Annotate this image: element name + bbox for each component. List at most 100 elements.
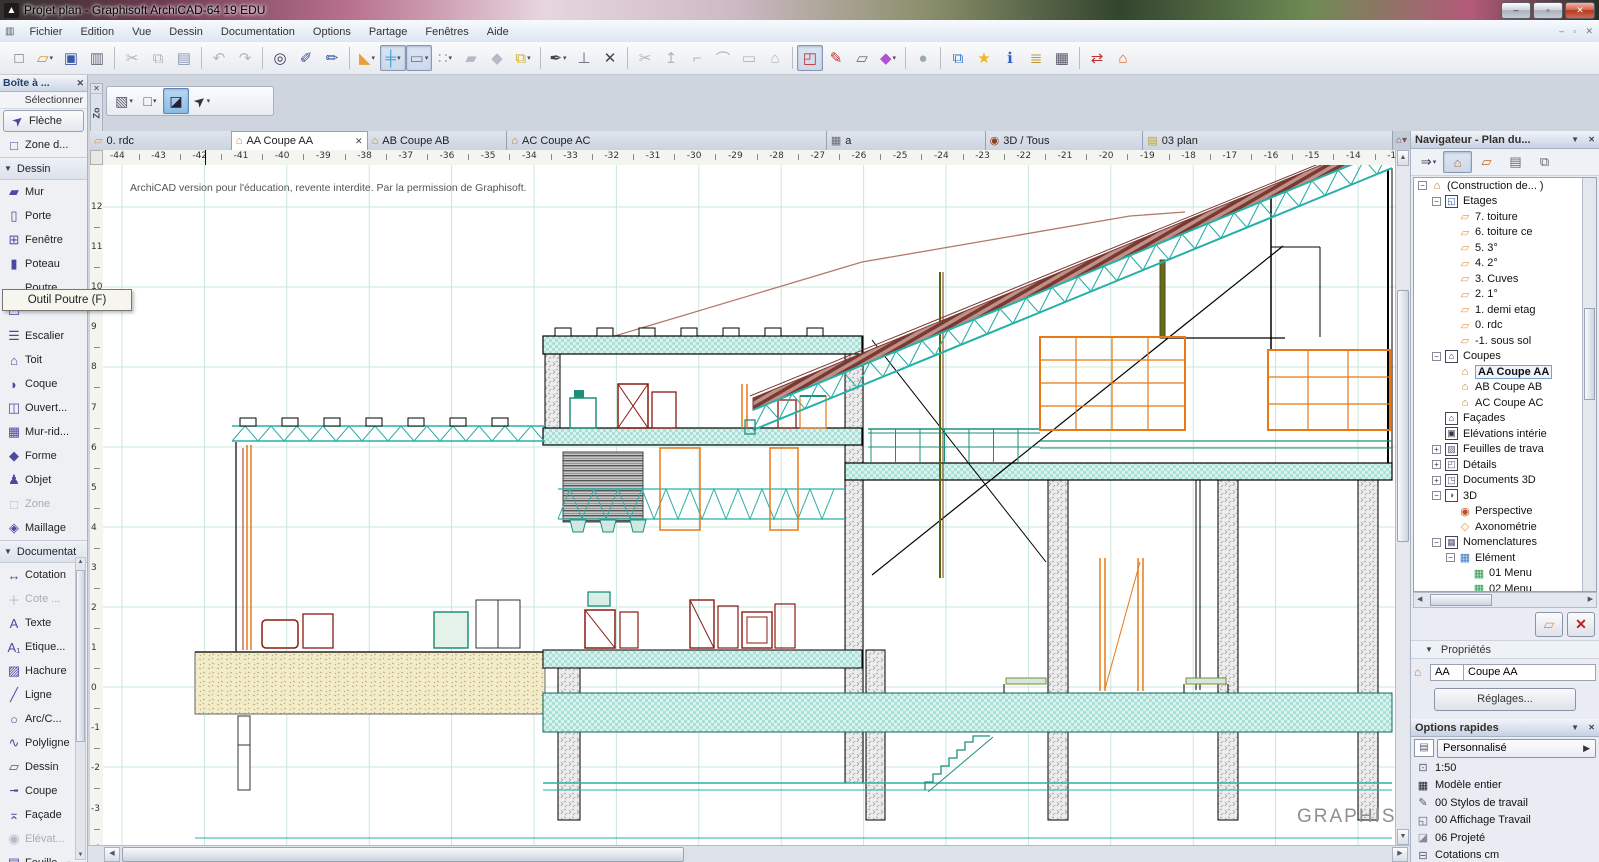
quick-option-dimensions[interactable]: ⊟ Cotations cm [1415,847,1599,862]
tree-item[interactable]: ⌂ AB Coupe AB [1414,380,1596,396]
tree-item[interactable]: − ▦ Elément [1414,550,1596,566]
tree-expander[interactable]: − [1432,491,1441,501]
menu-fenêtres[interactable]: Fenêtres [416,23,477,41]
quick-option-scale[interactable]: ⊡ 1:50 [1415,759,1599,777]
quick-options-collapse-icon[interactable]: ▼ [1571,723,1579,732]
guide-ruler-button[interactable]: ◣ ▾ [354,45,380,71]
child-window-controls[interactable]: – ▫ ✕ [1550,26,1593,37]
preset-dropdown[interactable]: Personnalisé ▶ [1437,738,1596,758]
tree-expander[interactable]: + [1432,460,1441,470]
toolbox-item-objet[interactable]: ♟ Objet [0,468,87,492]
settings-button[interactable]: Réglages... [1434,687,1576,711]
tree-item[interactable]: − ⌂ Coupes [1414,349,1596,365]
menu-dessin[interactable]: Dessin [160,23,212,41]
guide-lines-button[interactable]: ╪ ▾ [380,45,406,71]
cut-button[interactable]: ✂ [119,45,145,71]
toolbox-header-dessin-header[interactable]: ▼ Dessin [0,157,87,180]
toolbox-item-forme[interactable]: ◆ Forme [0,444,87,468]
tree-expander[interactable]: − [1432,196,1441,206]
toolbox-item-fenetre[interactable]: ⊞ Fenêtre [0,228,87,252]
save-button[interactable]: ▣ [58,45,84,71]
section-name-field[interactable]: Coupe AA [1464,663,1596,681]
zoom-palette-close-icon[interactable]: ✕ [91,84,102,94]
drawing-canvas[interactable]: ArchiCAD version pour l'éducation, reven… [103,133,1444,845]
view-map-button[interactable]: ▱ [1472,151,1501,173]
tree-expander[interactable]: − [1446,553,1455,563]
quick-layers-button[interactable]: ⧉ ▾ [510,45,536,71]
canvas-vertical-scrollbar[interactable]: ▲ ▼ [1395,150,1410,845]
calculate-button[interactable]: ▦ [1049,45,1075,71]
tree-item[interactable]: ◉ Perspective [1414,504,1596,520]
toolbox-item-cotation[interactable]: ↔ Cotation [0,563,87,587]
quick-option-floor-plan-cut[interactable]: ◪ 06 Projeté [1415,829,1599,847]
tab-close-icon[interactable]: ✕ [349,136,363,147]
minimize-button[interactable]: – [1501,1,1531,19]
tree-expander[interactable]: − [1432,537,1441,547]
close-view-button[interactable]: ✕ [597,45,623,71]
tree-item[interactable]: ⌂ AC Coupe AC [1414,395,1596,411]
section-id-field[interactable]: AA [1430,663,1464,681]
project-chooser-button[interactable]: ⇒ ▾ [1414,151,1443,173]
new-view-button[interactable]: ▱ [1535,611,1563,637]
properties-header[interactable]: ▼ Propriétés [1411,640,1599,659]
adjust-button[interactable]: ↥ [658,45,684,71]
exchange-button[interactable]: ⇄ [1084,45,1110,71]
preset-icon[interactable]: ▤ [1414,739,1434,757]
navigator-header[interactable]: Navigateur - Plan du... ▼ ✕ [1411,131,1599,149]
inject-parameters-button[interactable]: ✏ [319,45,345,71]
marquee-button[interactable]: □ ▾ [137,88,163,114]
toolbox-item-polyligne[interactable]: ∿ Polyligne [0,731,87,755]
snap-grid-button[interactable]: ∷ ▾ [432,45,458,71]
menu-partage[interactable]: Partage [360,23,417,41]
zoom-search-button[interactable]: ◎ [267,45,293,71]
tab-a[interactable]: ▦ a [826,131,986,150]
resize-button[interactable]: ▭ [736,45,762,71]
navigator-close-icon[interactable]: ✕ [1588,135,1595,144]
tree-expander[interactable]: − [1432,351,1441,361]
tab-03-plan[interactable]: ▤ 03 plan [1143,131,1393,150]
layout-home-button[interactable]: ⌂ [1110,45,1136,71]
paste-button[interactable]: ▤ [171,45,197,71]
copy-button[interactable]: ⧉ [145,45,171,71]
toolbox-item-escalier[interactable]: ☰ Escalier [0,324,87,348]
toolbox-close-icon[interactable]: ✕ [76,78,84,89]
tab-list-dropdown[interactable]: ⌂▾ [1393,131,1410,150]
menu-options[interactable]: Options [304,23,360,41]
favorites-button[interactable]: ★ [971,45,997,71]
pen-sets-button[interactable]: ✒ ▾ [545,45,571,71]
toolbox-item-arc-cercle[interactable]: ○ Arc/C... [0,707,87,731]
toolbox-item-ligne[interactable]: ╱ Ligne [0,683,87,707]
toolbox-item-maillage[interactable]: ◈ Maillage [0,516,87,540]
tree-item[interactable]: ▱ 3. Cuves [1414,271,1596,287]
layout-book-button[interactable]: ▤ [1501,151,1530,173]
navigator-collapse-icon[interactable]: ▼ [1571,135,1579,144]
menu-documentation[interactable]: Documentation [212,23,304,41]
open-project-button[interactable]: ▱ ▾ [32,45,58,71]
magic-wand-button[interactable]: ⌂ [762,45,788,71]
tree-item[interactable]: ▣ Elévations intérie [1414,426,1596,442]
tree-item[interactable]: ▦ 02 Menu [1414,581,1596,591]
delete-view-button[interactable]: ✕ [1567,611,1595,637]
schedules-button[interactable]: ≣ [1023,45,1049,71]
tree-item[interactable]: − ◱ Etages [1414,194,1596,210]
tree-item[interactable]: ▱ 6. toiture ce [1414,225,1596,241]
tree-item[interactable]: ▱ -1. sous sol [1414,333,1596,349]
print-button[interactable]: ▥ [84,45,110,71]
tree-item[interactable]: + ◰ Détails [1414,457,1596,473]
marquee-select-button[interactable]: ▧ ▾ [111,88,137,114]
tree-expander[interactable]: + [1432,475,1441,485]
canvas-horizontal-scrollbar[interactable]: ◀ ▶ [88,845,1410,862]
toolbox-item-coupe[interactable]: ╼ Coupe [0,779,87,803]
copy-settings-button[interactable]: ⧉ [945,45,971,71]
toolbox-item-elevation[interactable]: ◉ Elévat... [0,827,87,851]
toolbox-item-fleche[interactable]: ➤ Flèche [3,110,84,132]
toolbox-item-ouverture[interactable]: ◫ Ouvert... [0,396,87,420]
quick-option-pen-set[interactable]: ✎ 00 Stylos de travail [1415,794,1599,812]
close-button[interactable]: ✕ [1565,1,1595,19]
tab-aa-coupe-aa[interactable]: ⌂ AA Coupe AA ✕ [231,131,368,150]
sphere-button[interactable]: ● [910,45,936,71]
tab-ac-coupe-ac[interactable]: ⌂ AC Coupe AC [507,131,827,150]
markup-pen-button[interactable]: ✎ [823,45,849,71]
tree-vertical-scrollbar[interactable] [1582,178,1596,591]
tab-ab-coupe-ab[interactable]: ⌂ AB Coupe AB [367,131,508,150]
